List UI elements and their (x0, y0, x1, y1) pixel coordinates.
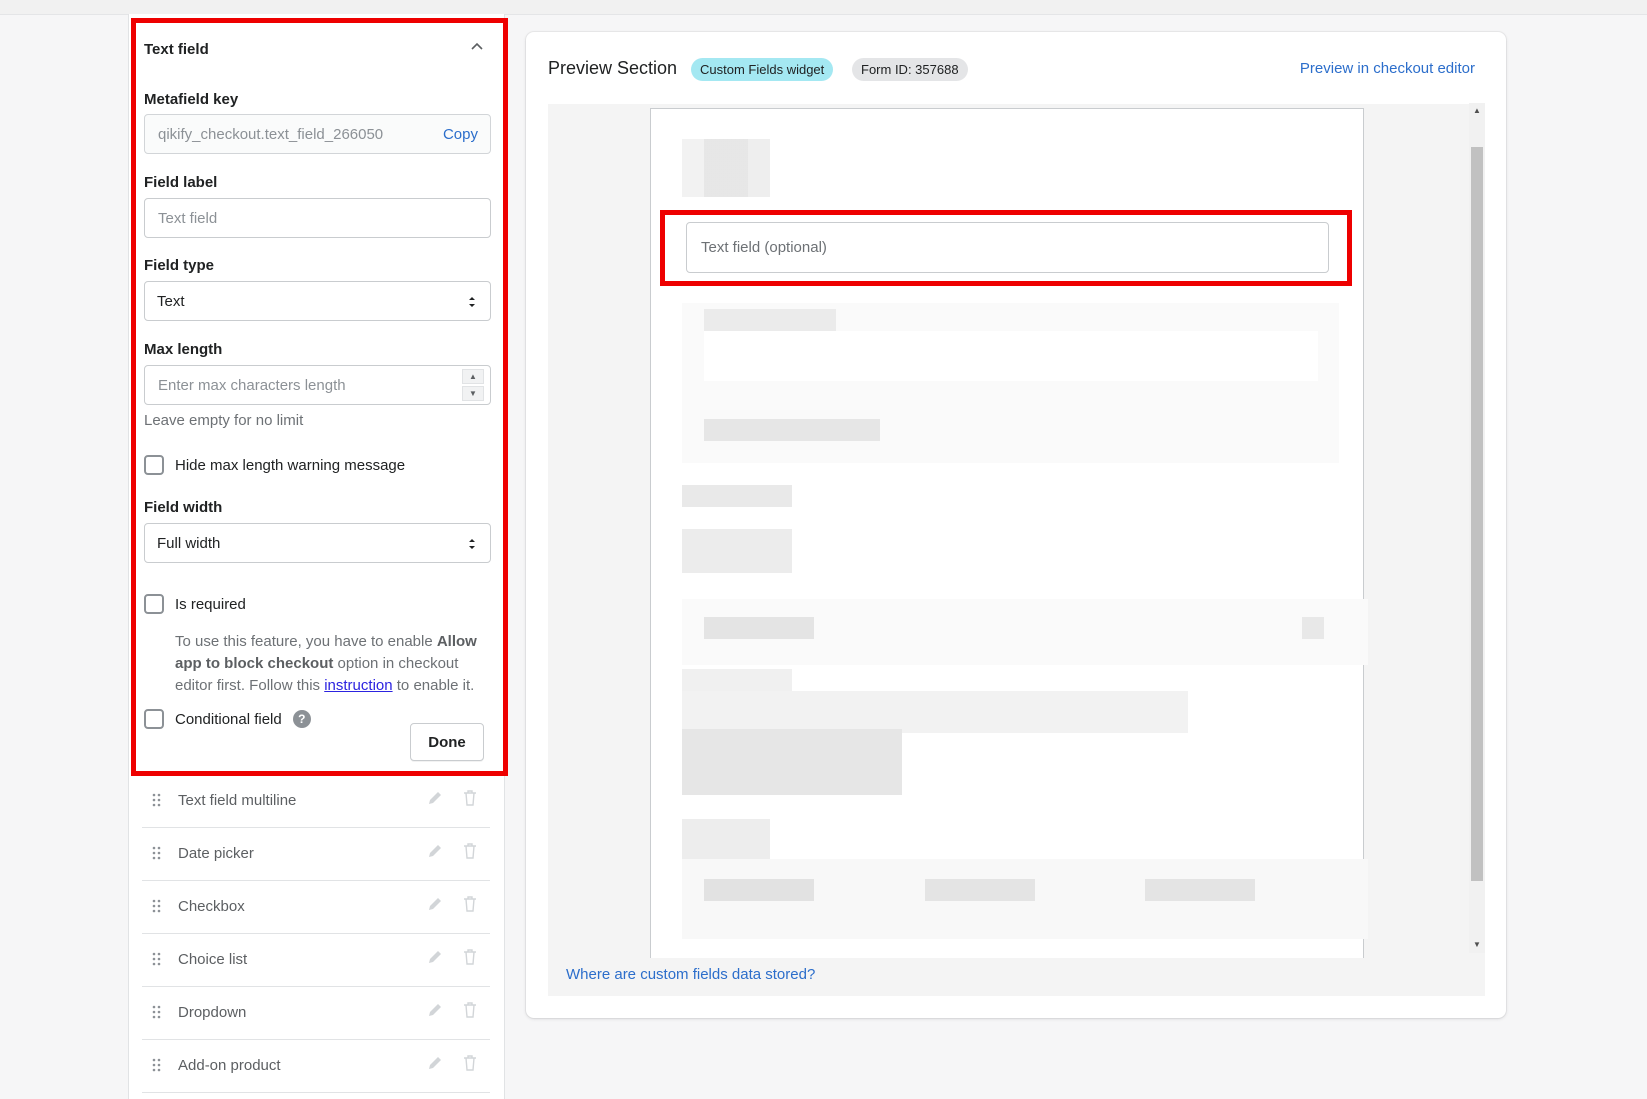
list-item-name: Date picker (178, 845, 254, 862)
pencil-icon[interactable] (427, 896, 443, 912)
trash-icon[interactable] (463, 949, 477, 965)
blurred-content (1302, 617, 1324, 639)
instruction-link[interactable]: instruction (324, 677, 392, 694)
is-required-label: Is required (175, 595, 246, 613)
field-editor-panel: Text field Metafield key qikify_checkout… (131, 18, 508, 776)
field-type-select[interactable]: Text (144, 281, 491, 321)
preview-in-checkout-editor-link[interactable]: Preview in checkout editor (1300, 60, 1475, 77)
field-label-input[interactable]: Text field (144, 198, 491, 238)
widget-badge: Custom Fields widget (691, 58, 834, 81)
help-circle-icon[interactable]: ? (292, 710, 311, 728)
blurred-content (1145, 879, 1255, 901)
preview-input-placeholder: Text field (optional) (701, 239, 827, 256)
hide-warning-row[interactable]: Hide max length warning message (144, 455, 405, 475)
preview-text-field-input[interactable]: Text field (optional) (686, 222, 1329, 273)
conditional-label: Conditional field (175, 710, 282, 728)
pencil-icon[interactable] (427, 1055, 443, 1071)
pencil-icon[interactable] (427, 843, 443, 859)
field-width-select[interactable]: Full width (144, 523, 491, 563)
field-width-value: Full width (157, 535, 221, 552)
max-length-input[interactable]: Enter max characters length ▲ ▼ (144, 365, 491, 405)
pencil-icon[interactable] (427, 1002, 443, 1018)
preview-scrollbar[interactable]: ▲ ▼ (1469, 103, 1485, 953)
metafield-key-label: Metafield key (144, 91, 239, 108)
blurred-content (682, 691, 1188, 733)
trash-icon[interactable] (463, 843, 477, 859)
drag-handle-icon[interactable] (152, 793, 162, 807)
list-item[interactable]: Checkbox (142, 881, 490, 934)
stepper-up-icon[interactable]: ▲ (462, 369, 484, 384)
blurred-content (704, 617, 814, 639)
blurred-content (682, 729, 902, 795)
conditional-row[interactable]: Conditional field ? (144, 709, 311, 729)
blurred-content (704, 331, 1318, 381)
hide-warning-checkbox[interactable] (144, 455, 164, 475)
field-type-label: Field type (144, 257, 215, 274)
blurred-content (682, 819, 770, 859)
list-item[interactable]: Dropdown (142, 987, 490, 1040)
select-arrows-icon (469, 297, 475, 307)
editor-title: Text field (144, 41, 209, 58)
is-required-checkbox[interactable] (144, 594, 164, 614)
note-text: To use this feature, you have to enable (175, 633, 437, 650)
max-length-help: Leave empty for no limit (144, 412, 304, 429)
max-length-label: Max length (144, 341, 223, 358)
blurred-content (682, 485, 792, 507)
metafield-key-field: qikify_checkout.text_field_266050 Copy (144, 114, 491, 154)
list-item-name: Choice list (178, 951, 248, 968)
trash-icon[interactable] (463, 790, 477, 806)
blurred-content (682, 139, 770, 197)
field-label-label: Field label (144, 174, 218, 191)
preview-title: Preview Section (548, 58, 678, 78)
list-item-name: Checkbox (178, 898, 245, 915)
data-storage-link[interactable]: Where are custom fields data stored? (566, 966, 815, 983)
trash-icon[interactable] (463, 1002, 477, 1018)
done-button[interactable]: Done (410, 723, 484, 761)
list-item[interactable]: Add-on product (142, 1040, 490, 1093)
metafield-key-value: qikify_checkout.text_field_266050 (158, 126, 384, 143)
trash-icon[interactable] (463, 896, 477, 912)
hide-warning-label: Hide max length warning message (175, 456, 406, 474)
blurred-content (682, 529, 792, 573)
chevron-up-icon[interactable] (469, 39, 485, 55)
note-text: to enable it. (392, 677, 475, 694)
scroll-thumb[interactable] (1471, 147, 1483, 881)
select-arrows-icon (469, 539, 475, 549)
list-item-name: Text field multiline (178, 792, 297, 809)
is-required-note: To use this feature, you have to enable … (175, 631, 490, 697)
form-id-badge: Form ID: 357688 (852, 58, 968, 81)
drag-handle-icon[interactable] (152, 1005, 162, 1019)
field-type-value: Text (157, 293, 185, 310)
max-length-placeholder: Enter max characters length (158, 377, 346, 394)
drag-handle-icon[interactable] (152, 1058, 162, 1072)
top-bar (0, 0, 1647, 15)
trash-icon[interactable] (463, 1055, 477, 1071)
blurred-content (925, 879, 1035, 901)
max-length-stepper[interactable]: ▲ ▼ (462, 369, 484, 401)
drag-handle-icon[interactable] (152, 846, 162, 860)
blurred-content (682, 669, 792, 691)
blurred-content (704, 309, 836, 331)
drag-handle-icon[interactable] (152, 899, 162, 913)
copy-button[interactable]: Copy (443, 126, 478, 143)
is-required-row[interactable]: Is required (144, 594, 246, 614)
stepper-down-icon[interactable]: ▼ (462, 386, 484, 401)
field-label-placeholder: Text field (158, 210, 218, 227)
list-item[interactable]: Text field multiline (142, 775, 490, 828)
scroll-down-icon[interactable]: ▼ (1469, 937, 1485, 953)
pencil-icon[interactable] (427, 790, 443, 806)
list-item[interactable]: Choice list (142, 934, 490, 987)
conditional-checkbox[interactable] (144, 709, 164, 729)
field-list: Text field multiline Date picker Checkbo… (142, 775, 490, 1093)
preview-card: Preview Section Custom Fields widget For… (526, 32, 1506, 1018)
drag-handle-icon[interactable] (152, 952, 162, 966)
pencil-icon[interactable] (427, 949, 443, 965)
scroll-up-icon[interactable]: ▲ (1469, 103, 1485, 119)
list-item[interactable]: Date picker (142, 828, 490, 881)
blurred-content (704, 419, 880, 441)
list-item-name: Dropdown (178, 1004, 247, 1021)
blurred-content (704, 879, 814, 901)
field-width-label: Field width (144, 499, 223, 516)
list-item-name: Add-on product (178, 1057, 281, 1074)
